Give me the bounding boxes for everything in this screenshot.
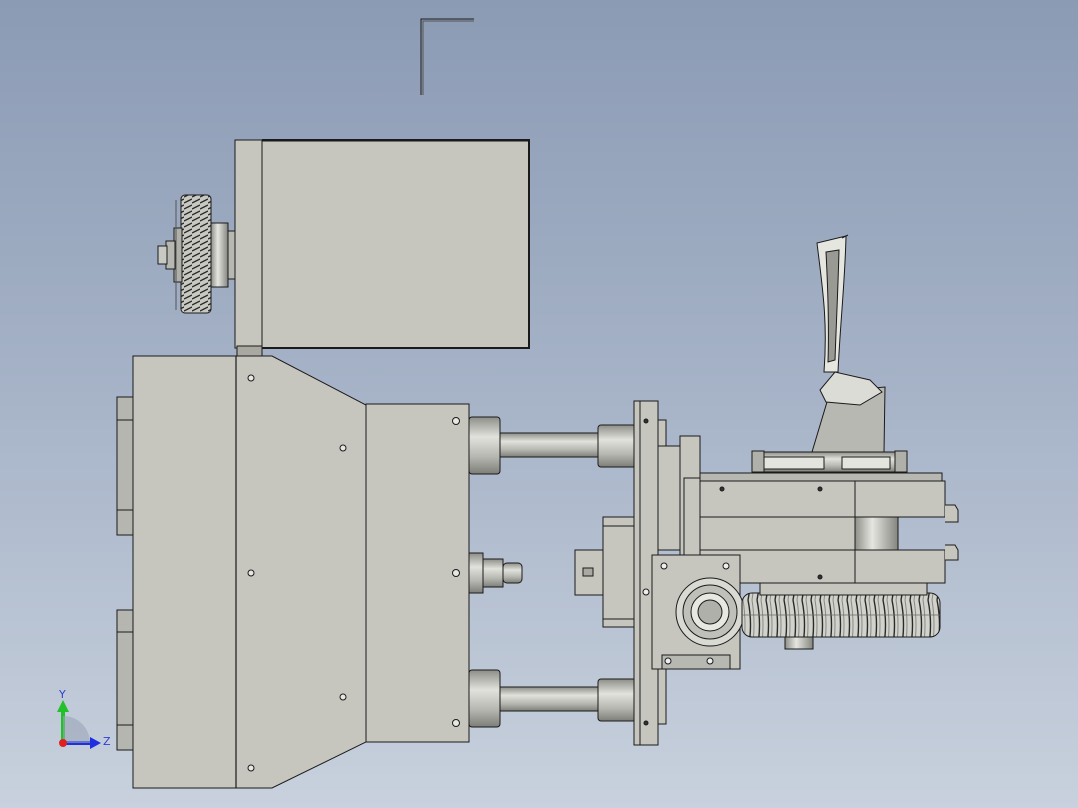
helical-gear[interactable]	[157, 194, 236, 314]
assembly-drawing[interactable]: Y Z	[0, 0, 1078, 808]
view-orientation-triad: Y Z	[57, 688, 111, 749]
worm-gearbox[interactable]	[642, 554, 745, 670]
lower-guide-rod[interactable]	[468, 669, 637, 728]
main-housing[interactable]	[116, 355, 470, 789]
adjusting-nut[interactable]	[468, 552, 523, 594]
upper-motor-housing[interactable]	[234, 139, 530, 357]
z-axis-label: Z	[103, 735, 111, 748]
y-axis-label: Y	[58, 688, 66, 701]
l-bracket-part[interactable]	[420, 18, 474, 95]
carriage-block[interactable]	[574, 516, 637, 628]
upper-guide-rod[interactable]	[468, 416, 637, 475]
cad-graphics-area[interactable]: Y Z	[0, 0, 1078, 808]
rotary-table-ring[interactable]	[751, 450, 908, 473]
control-lever[interactable]	[811, 234, 886, 453]
worm-wheel[interactable]	[741, 582, 941, 650]
